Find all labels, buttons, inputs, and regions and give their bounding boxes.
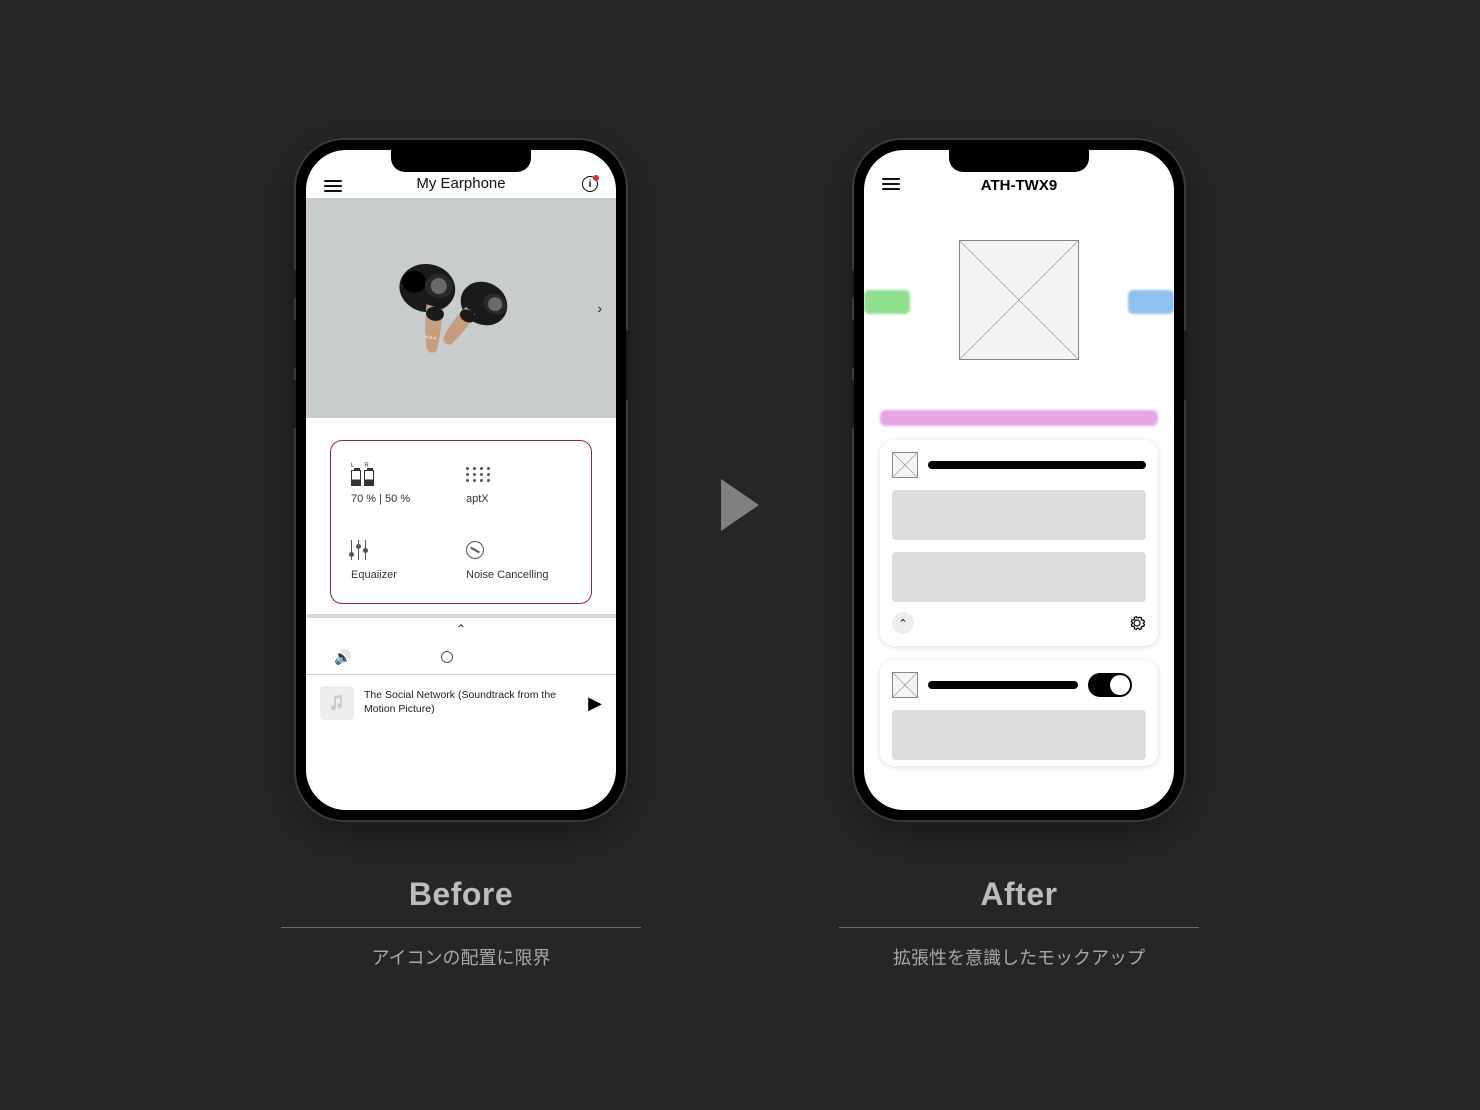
- thumbnail-placeholder: [892, 452, 918, 478]
- feature-card-2: [880, 660, 1158, 766]
- play-icon[interactable]: ▶: [588, 693, 602, 714]
- circle-icon[interactable]: [441, 651, 453, 663]
- divider: [281, 927, 641, 928]
- arrow-right-icon: [721, 479, 759, 531]
- after-phone: ATH-TWX9 ⌃: [854, 140, 1184, 820]
- status-card: LR 70 % | 50 % aptX Equaiizer: [330, 440, 592, 604]
- before-label: Before アイコンの配置に限界: [281, 876, 641, 970]
- after-label: After 拡張性を意識したモックアップ: [839, 876, 1199, 970]
- after-hero: [864, 200, 1174, 400]
- noise-cancel-icon: [466, 541, 484, 559]
- before-column: My Earphone i: [281, 140, 641, 970]
- speaker-icon[interactable]: 🔊: [334, 649, 351, 666]
- battery-value: 70 % | 50 %: [351, 493, 456, 505]
- equalizer-icon: [351, 540, 366, 560]
- highlight-bar[interactable]: [880, 410, 1158, 426]
- divider: [839, 927, 1199, 928]
- hamburger-icon[interactable]: [882, 178, 900, 190]
- after-screen: ATH-TWX9 ⌃: [864, 150, 1174, 810]
- track-title: The Social Network (Soundtrack from the …: [364, 689, 578, 716]
- noise-cancelling-tile[interactable]: Noise Cancelling: [466, 539, 571, 581]
- noise-cancelling-label: Noise Cancelling: [466, 569, 571, 581]
- page-title: My Earphone: [416, 175, 505, 192]
- text-placeholder: [928, 461, 1146, 469]
- hamburger-icon[interactable]: [324, 180, 342, 192]
- status-chip-left[interactable]: [864, 290, 910, 314]
- chevron-right-icon[interactable]: ›: [597, 300, 602, 316]
- codec-icon: [466, 467, 491, 482]
- expand-handle[interactable]: ⌃: [306, 618, 616, 640]
- battery-icon: [351, 470, 374, 486]
- text-placeholder: [928, 681, 1078, 689]
- toggle-switch[interactable]: [1088, 673, 1132, 697]
- codec-status[interactable]: aptX: [466, 463, 571, 505]
- gear-icon[interactable]: [1128, 614, 1146, 632]
- equalizer-tile[interactable]: Equaiizer: [351, 539, 456, 581]
- info-icon[interactable]: i: [582, 176, 598, 192]
- before-title: Before: [281, 876, 641, 913]
- earbuds-image: [361, 238, 561, 378]
- codec-value: aptX: [466, 493, 571, 505]
- before-subtitle: アイコンの配置に限界: [281, 944, 641, 970]
- equalizer-label: Equaiizer: [351, 569, 456, 581]
- music-note-icon: [320, 686, 354, 720]
- volume-row: 🔊: [306, 640, 616, 674]
- content-placeholder: [892, 552, 1146, 602]
- content-placeholder: [892, 710, 1146, 760]
- collapse-button[interactable]: ⌃: [892, 612, 914, 634]
- status-chip-right[interactable]: [1128, 290, 1174, 314]
- thumbnail-placeholder: [892, 672, 918, 698]
- feature-card-1: ⌃: [880, 440, 1158, 646]
- after-header: ATH-TWX9: [864, 150, 1174, 200]
- now-playing-bar[interactable]: The Social Network (Soundtrack from the …: [306, 675, 616, 731]
- content-placeholder: [892, 490, 1146, 540]
- image-placeholder: [959, 240, 1079, 360]
- after-column: ATH-TWX9 ⌃: [839, 140, 1199, 970]
- page-title: ATH-TWX9: [981, 177, 1057, 194]
- after-subtitle: 拡張性を意識したモックアップ: [839, 944, 1199, 970]
- battery-status[interactable]: LR 70 % | 50 %: [351, 463, 456, 505]
- before-header: My Earphone i: [306, 150, 616, 198]
- before-screen: My Earphone i: [306, 150, 616, 810]
- product-hero: ›: [306, 198, 616, 418]
- before-phone: My Earphone i: [296, 140, 626, 820]
- after-title: After: [839, 876, 1199, 913]
